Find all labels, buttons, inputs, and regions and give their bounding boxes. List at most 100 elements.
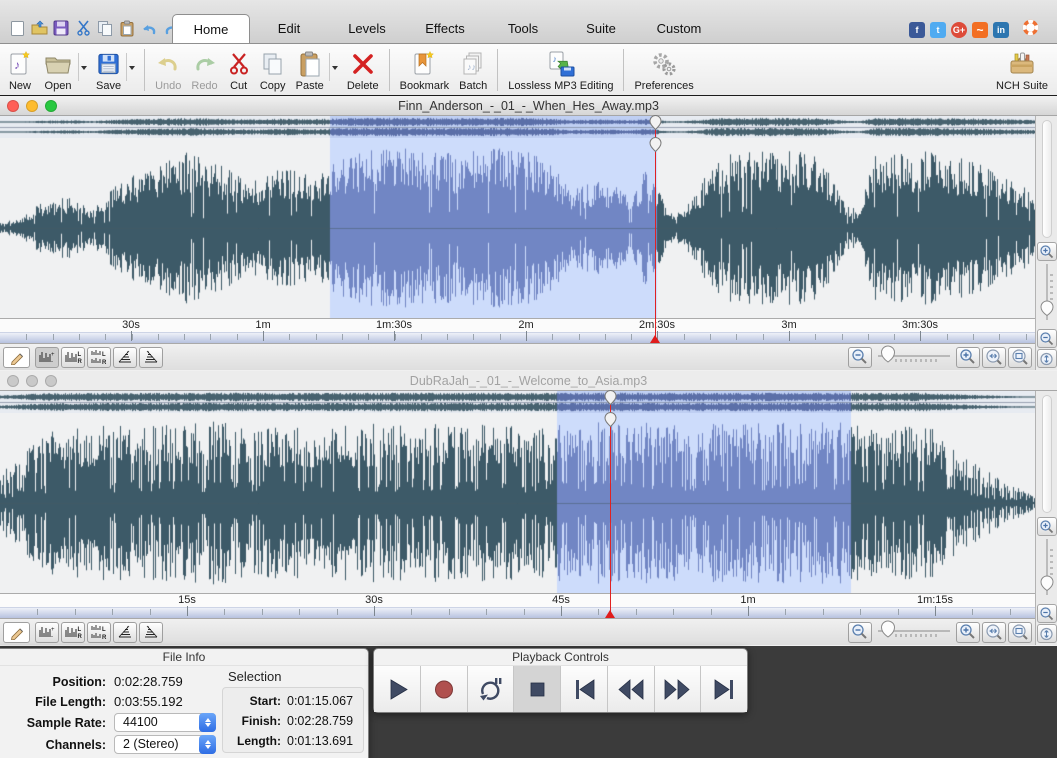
cut-scissors-icon[interactable] xyxy=(74,19,92,37)
overview-strip[interactable] xyxy=(0,116,1035,138)
batch-button[interactable]: ♪♪ Batch xyxy=(454,45,492,95)
draw-pencil-button[interactable] xyxy=(3,622,30,643)
cursor-handle-overview[interactable] xyxy=(649,115,662,130)
zoom-out-button[interactable] xyxy=(848,622,872,643)
facebook-icon[interactable]: f xyxy=(909,22,925,38)
draw-pencil-button[interactable] xyxy=(3,347,30,368)
vertical-zoom-fit-button[interactable] xyxy=(1037,349,1057,368)
fade-in-button[interactable] xyxy=(113,622,137,643)
vertical-zoom-out-button[interactable] xyxy=(1037,604,1057,623)
vertical-zoom-out-button[interactable] xyxy=(1037,329,1057,348)
vertical-scroll-track[interactable] xyxy=(1042,395,1052,513)
timeline-ruler[interactable]: 15s30s45s1m1m:15s xyxy=(0,593,1035,618)
waveform-canvas[interactable] xyxy=(0,138,1035,318)
split-lr-tool-button[interactable]: LR xyxy=(87,622,111,643)
vertical-scroll-track[interactable] xyxy=(1042,120,1052,238)
zoom-selection-button[interactable] xyxy=(982,622,1006,643)
undo-arrow-icon[interactable] xyxy=(140,19,158,37)
skip-to-start-button[interactable] xyxy=(561,666,608,712)
bookmark-button[interactable]: Bookmark xyxy=(395,45,455,95)
zoom-in-button[interactable] xyxy=(956,622,980,643)
minimize-button[interactable] xyxy=(26,100,38,112)
overview-canvas[interactable] xyxy=(0,391,1035,413)
undo-button[interactable]: Undo xyxy=(150,45,186,95)
twitter-icon[interactable]: t xyxy=(930,22,946,38)
stepper-icon[interactable] xyxy=(199,713,216,732)
split-lr-tool-button[interactable]: LR xyxy=(87,347,111,368)
close-button[interactable] xyxy=(7,375,19,387)
cursor-handle-wave[interactable] xyxy=(604,412,617,427)
delete-button[interactable]: Delete xyxy=(342,45,384,95)
fade-out-button[interactable] xyxy=(139,622,163,643)
waveform-area[interactable] xyxy=(0,138,1035,318)
channel-lr-tool-button[interactable]: LR xyxy=(61,622,85,643)
help-lifebuoy-icon[interactable] xyxy=(1022,19,1039,41)
vertical-zoom-in-button[interactable] xyxy=(1037,517,1057,536)
cursor-ruler-marker[interactable] xyxy=(650,335,660,343)
linkedin-icon[interactable]: in xyxy=(993,22,1009,38)
waveform-area[interactable] xyxy=(0,413,1035,593)
save-button[interactable]: Save xyxy=(91,45,126,95)
overview-strip[interactable] xyxy=(0,391,1035,413)
loop-button[interactable] xyxy=(468,666,515,712)
fade-in-button[interactable] xyxy=(113,347,137,368)
tab-home[interactable]: Home xyxy=(172,14,250,43)
nch-suite-button[interactable]: NCH Suite xyxy=(991,45,1053,95)
channel-lr-tool-button[interactable]: LR xyxy=(61,347,85,368)
skip-to-end-button[interactable] xyxy=(701,666,747,712)
minimize-button[interactable] xyxy=(26,375,38,387)
vertical-zoom-slider[interactable] xyxy=(1037,261,1057,328)
cursor-handle-overview[interactable] xyxy=(604,390,617,405)
amplitude-tool-button[interactable]: +- xyxy=(35,347,59,368)
overview-canvas[interactable] xyxy=(0,116,1035,138)
new-document-icon[interactable] xyxy=(8,19,26,37)
stepper-icon[interactable] xyxy=(199,735,216,754)
vertical-zoom-fit-button[interactable] xyxy=(1037,624,1057,643)
cursor-handle-wave[interactable] xyxy=(649,137,662,152)
tab-edit[interactable]: Edit xyxy=(250,14,328,43)
zoom-slider[interactable] xyxy=(874,619,954,646)
save-dropdown-arrow[interactable] xyxy=(126,53,137,81)
close-button[interactable] xyxy=(7,100,19,112)
zoom-in-button[interactable] xyxy=(956,347,980,368)
window-title-bar[interactable]: DubRaJah_-_01_-_Welcome_to_Asia.mp3 xyxy=(0,371,1057,391)
tab-levels[interactable]: Levels xyxy=(328,14,406,43)
sample-rate-select[interactable]: 44100 xyxy=(114,713,216,732)
paste-dropdown-arrow[interactable] xyxy=(329,53,340,81)
paste-clipboard-icon[interactable] xyxy=(118,19,136,37)
soundcloud-icon[interactable]: ~ xyxy=(972,22,988,38)
new-button[interactable]: ♪ New xyxy=(2,45,38,95)
zoom-full-button[interactable] xyxy=(1008,347,1032,368)
vertical-zoom-in-button[interactable] xyxy=(1037,242,1057,261)
preferences-button[interactable]: Preferences xyxy=(629,45,698,95)
cursor-ruler-marker[interactable] xyxy=(605,610,615,618)
fade-out-button[interactable] xyxy=(139,347,163,368)
paste-button[interactable]: Paste xyxy=(291,45,329,95)
zoom-full-button[interactable] xyxy=(1008,622,1032,643)
lossless-mp3-button[interactable]: ♪ Lossless MP3 Editing xyxy=(503,45,618,95)
amplitude-tool-button[interactable]: +- xyxy=(35,622,59,643)
fast-forward-button[interactable] xyxy=(655,666,702,712)
zoom-window-button[interactable] xyxy=(45,375,57,387)
google-plus-icon[interactable]: G+ xyxy=(951,22,967,38)
cut-button[interactable]: Cut xyxy=(223,45,255,95)
rewind-button[interactable] xyxy=(608,666,655,712)
save-floppy-icon[interactable] xyxy=(52,19,70,37)
tab-tools[interactable]: Tools xyxy=(484,14,562,43)
record-button[interactable] xyxy=(421,666,468,712)
timeline-ruler[interactable]: 30s1m1m:30s2m2m:30s3m3m:30s xyxy=(0,318,1035,343)
stop-button[interactable] xyxy=(514,666,561,712)
open-button[interactable]: Open xyxy=(38,45,78,95)
tab-suite[interactable]: Suite xyxy=(562,14,640,43)
open-folder-icon[interactable] xyxy=(30,19,48,37)
zoom-out-button[interactable] xyxy=(848,347,872,368)
zoom-slider[interactable] xyxy=(874,344,954,371)
tab-effects[interactable]: Effects xyxy=(406,14,484,43)
redo-button[interactable]: Redo xyxy=(186,45,222,95)
zoom-selection-button[interactable] xyxy=(982,347,1006,368)
waveform-canvas[interactable] xyxy=(0,413,1035,593)
zoom-window-button[interactable] xyxy=(45,100,57,112)
window-title-bar[interactable]: Finn_Anderson_-_01_-_When_Hes_Away.mp3 xyxy=(0,96,1057,116)
copy-pages-icon[interactable] xyxy=(96,19,114,37)
channels-select[interactable]: 2 (Stereo) xyxy=(114,735,216,754)
